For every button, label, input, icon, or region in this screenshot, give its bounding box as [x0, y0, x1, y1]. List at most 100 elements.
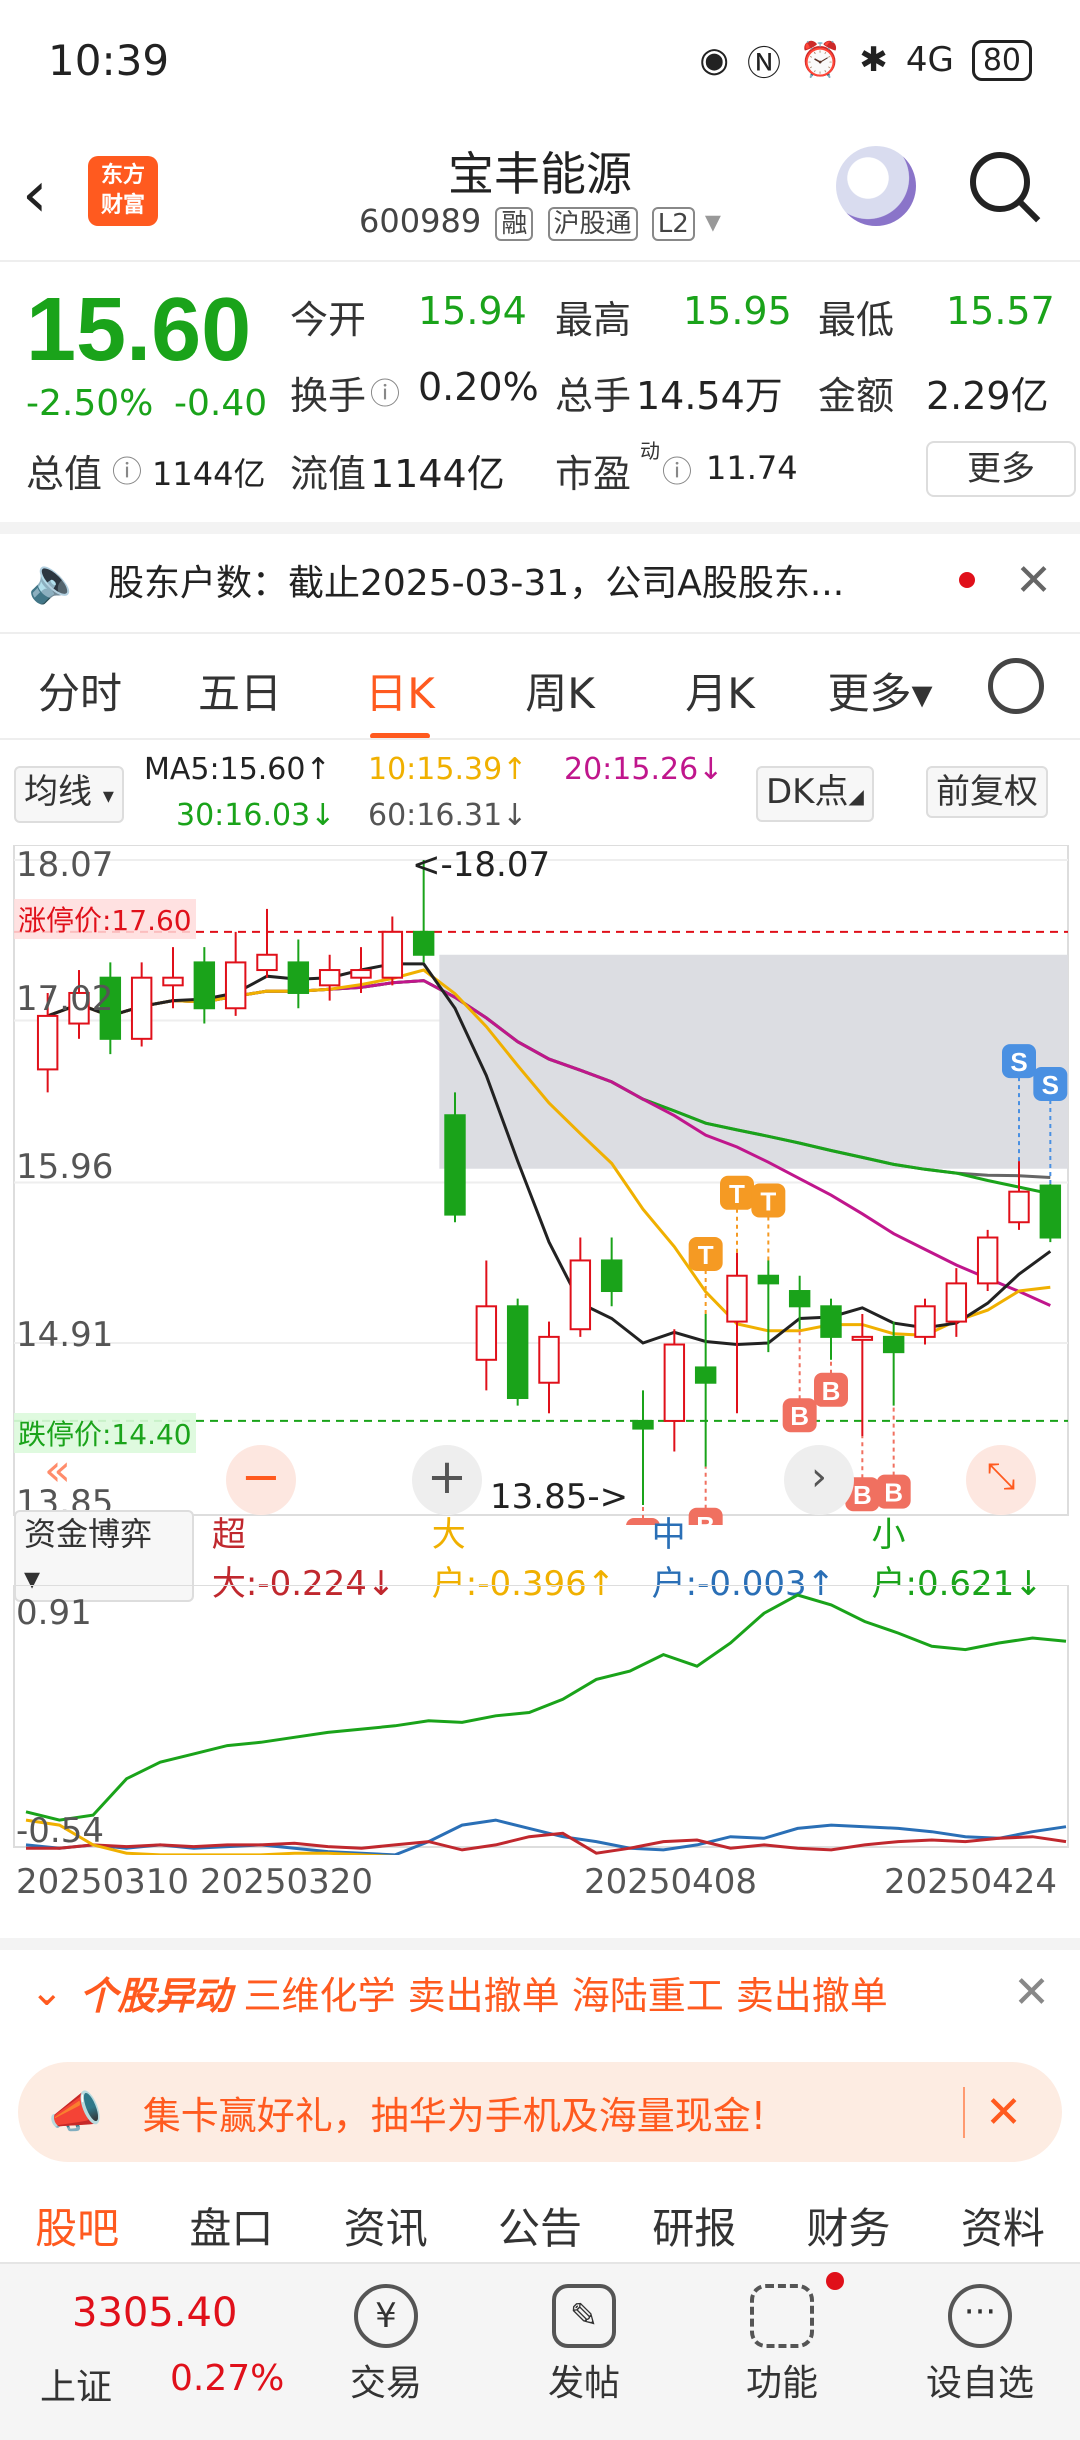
l2-tag: L2 — [651, 207, 695, 241]
signal-label: B — [634, 1521, 653, 1525]
candle-body — [663, 1343, 686, 1422]
info-icon[interactable]: ⓘ — [112, 447, 142, 491]
chevron-down-icon[interactable]: ⌄ — [30, 1969, 64, 2015]
date-axis: 20250310 20250320 20250408 20250424 — [0, 1862, 1080, 1912]
add-watchlist-button[interactable]: ··· 设自选 — [900, 2274, 1060, 2406]
battery-icon: 80 — [971, 39, 1032, 81]
open-label: 今开 — [290, 298, 367, 342]
eye-icon: ◉ — [699, 40, 729, 80]
tab-financials[interactable]: 财务 — [807, 2195, 891, 2265]
tab-profile[interactable]: 资料 — [961, 2195, 1045, 2265]
zoom-out-icon[interactable]: − — [226, 1445, 296, 1515]
flow-svg — [13, 1584, 1069, 1887]
post-button[interactable]: ✎ 发帖 — [504, 2274, 664, 2406]
close-icon[interactable]: ✕ — [1013, 1967, 1050, 2018]
tab-orderbook[interactable]: 盘口 — [189, 2195, 273, 2265]
ma30-value: 30:16.03↓ — [176, 798, 336, 833]
candle-body — [757, 1274, 780, 1285]
signal-label: B — [884, 1478, 903, 1508]
max-price-label: <-18.07 — [412, 845, 551, 885]
dk-point-selector[interactable]: DK点◢ — [756, 766, 874, 822]
connect-tag: 沪股通 — [547, 207, 638, 241]
ma10-value: 10:15.39↑ — [368, 752, 528, 787]
flow-ymax: 0.91 — [16, 1593, 92, 1633]
candle-body — [976, 1236, 999, 1285]
candle-body — [820, 1305, 842, 1338]
candle-body — [788, 1290, 811, 1308]
index-value[interactable]: 3305.40 — [72, 2290, 237, 2336]
date-tick: 20250424 — [884, 1862, 1058, 1902]
open-value: 15.94 — [418, 289, 527, 333]
signal-label: S — [1010, 1047, 1027, 1077]
bottom-nav: 3305.40 上证 0.27% ¥ 交易 ✎ 发帖 功能 ··· 设自选 — [0, 2262, 1080, 2440]
ma-selector[interactable]: 均线 ▾ — [14, 766, 124, 823]
amount-value: 2.29亿 — [926, 374, 1049, 418]
more-dots-icon: ··· — [948, 2284, 1012, 2348]
period-tabs: 分时 五日 日K 周K 月K 更多▾ — [0, 640, 1080, 740]
flow-chart[interactable]: 0.91 -0.54 — [0, 1584, 1080, 1887]
pe-value: 11.74 — [706, 449, 798, 487]
next-icon[interactable]: › — [784, 1445, 854, 1515]
adjust-selector[interactable]: 前复权 — [926, 766, 1048, 818]
high-label: 最高 — [555, 298, 632, 342]
candle-body — [506, 1305, 529, 1400]
close-icon[interactable]: ✕ — [1015, 555, 1052, 606]
info-icon[interactable]: ⓘ — [370, 369, 400, 413]
amount-label: 金额 — [818, 374, 895, 418]
close-icon[interactable]: ✕ — [963, 2086, 1022, 2138]
candle-body — [318, 969, 341, 987]
tab-monthly-k[interactable]: 月K — [640, 660, 800, 721]
tab-news[interactable]: 资讯 — [344, 2195, 428, 2265]
divider — [0, 738, 1080, 740]
change-amount: -0.40 — [174, 383, 268, 424]
candle-body — [1039, 1184, 1062, 1239]
gear-icon[interactable] — [988, 658, 1044, 714]
candle-body — [914, 1305, 936, 1338]
stock-alert-bar[interactable]: ⌄ 个股异动 三维化学 卖出撤单 海陆重工 卖出撤单 ✕ — [0, 1962, 1080, 2022]
flow-line — [25, 1818, 1067, 1857]
flow-line — [25, 1593, 1067, 1822]
tab-intraday[interactable]: 分时 — [0, 660, 160, 721]
candle-body — [444, 1114, 466, 1216]
date-tick: 20250408 — [584, 1862, 758, 1902]
search-icon[interactable] — [970, 152, 1030, 212]
kline-chart[interactable]: BBTTTBBBBSS 18.07 17.02 15.96 14.91 13.8… — [0, 844, 1080, 1552]
tab-forum[interactable]: 股吧 — [35, 2195, 119, 2265]
tab-research[interactable]: 研报 — [652, 2195, 736, 2265]
float-label: 流值 — [290, 452, 367, 496]
trade-button[interactable]: ¥ 交易 — [306, 2274, 466, 2406]
signal-label: T — [729, 1179, 745, 1209]
candle-body — [851, 1335, 874, 1341]
expand-icon[interactable]: ⤡ — [966, 1445, 1036, 1515]
stock-code-row[interactable]: 600989 融 沪股通 L2 ▾ — [0, 202, 1080, 241]
tab-more[interactable]: 更多▾ — [800, 660, 960, 721]
y-tick: 18.07 — [16, 845, 114, 885]
tab-announcements[interactable]: 公告 — [498, 2195, 582, 2265]
signal-label: B — [790, 1401, 809, 1431]
candle-body — [381, 930, 404, 979]
scroll-left-icon[interactable]: « — [44, 1445, 71, 1496]
signal-label: T — [698, 1240, 714, 1270]
ma-legend: 均线 ▾ MA5:15.60↑ 10:15.39↑ 20:15.26↓ 30:1… — [0, 746, 1080, 842]
tab-weekly-k[interactable]: 周K — [480, 660, 640, 721]
volume-label: 总手 — [555, 374, 632, 418]
functions-button[interactable]: 功能 — [702, 2274, 862, 2406]
tab-daily-k[interactable]: 日K — [320, 660, 480, 739]
mktcap-value: 1144亿 — [152, 455, 266, 493]
assistant-robot-icon[interactable] — [836, 146, 916, 226]
tab-five-day[interactable]: 五日 — [160, 660, 320, 721]
zoom-in-icon[interactable]: + — [412, 1445, 482, 1515]
high-value: 15.95 — [683, 289, 792, 333]
more-button[interactable]: 更多 — [926, 441, 1076, 497]
flow-frame — [13, 1584, 1069, 1848]
info-icon[interactable]: ⓘ — [662, 447, 692, 491]
signal-label: S — [1042, 1070, 1059, 1100]
signal-label: B — [822, 1376, 841, 1406]
candle-body — [350, 969, 372, 979]
candle-body — [224, 961, 247, 1010]
promo-banner[interactable]: 📣 集卡赢好礼，抽华为手机及海量现金! ✕ — [18, 2062, 1062, 2162]
candle-body — [632, 1419, 654, 1430]
notice-bar[interactable]: 🔈 股东户数：截止2025-03-31，公司A股股东... ✕ — [0, 530, 1080, 630]
candle-body — [882, 1335, 905, 1354]
signal-label: B — [853, 1480, 872, 1510]
